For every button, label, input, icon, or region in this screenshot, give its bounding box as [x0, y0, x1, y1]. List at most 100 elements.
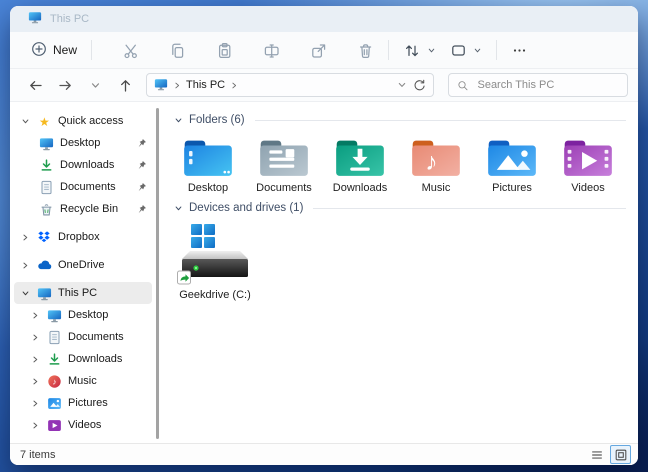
folder-label: Documents	[256, 182, 312, 194]
sidebar-label: Pictures	[68, 397, 108, 409]
command-toolbar: New	[10, 32, 638, 69]
share-button[interactable]	[303, 37, 334, 64]
chevron-down-icon	[90, 80, 101, 91]
items-count: 7 items	[20, 449, 55, 461]
drive-label: Geekdrive (C:)	[179, 289, 251, 301]
title-bar[interactable]: This PC	[10, 6, 638, 32]
cloud-icon	[36, 257, 52, 273]
folder-tile-videos[interactable]: Videos	[550, 135, 626, 194]
folder-label: Desktop	[188, 182, 228, 194]
sidebar-item-recycle-bin[interactable]: Recycle Bin	[14, 198, 152, 220]
sidebar-label: Music	[68, 375, 97, 387]
explorer-body: ★ Quick access Desktop Downloads Documen…	[10, 102, 638, 443]
sidebar-item-this-pc[interactable]: This PC	[14, 282, 152, 304]
rename-icon	[263, 42, 280, 59]
sidebar-item-music[interactable]: ♪ Music	[14, 370, 152, 392]
up-button[interactable]	[116, 76, 134, 94]
rename-button[interactable]	[256, 37, 287, 64]
view-button[interactable]	[443, 37, 489, 64]
folders-grid: Desktop Documents	[170, 135, 626, 194]
recent-locations-button[interactable]	[86, 76, 104, 94]
folder-tile-documents[interactable]: Documents	[246, 135, 322, 194]
monitor-icon	[36, 285, 52, 301]
section-divider	[255, 120, 626, 121]
forward-button[interactable]	[56, 76, 74, 94]
desktop-folder-icon	[182, 135, 234, 181]
see-more-button[interactable]	[504, 37, 535, 64]
address-dropdown-icon[interactable]	[397, 80, 407, 90]
sidebar-item-onedrive[interactable]: OneDrive	[14, 254, 152, 276]
folder-tile-desktop[interactable]: Desktop	[170, 135, 246, 194]
chevron-down-icon[interactable]	[20, 289, 30, 298]
sidebar-scrollbar[interactable]	[156, 108, 159, 439]
sidebar-item-videos[interactable]: Videos	[14, 414, 152, 436]
new-button[interactable]: New	[24, 36, 84, 65]
chevron-down-icon[interactable]	[20, 117, 30, 126]
chevron-right-icon[interactable]	[30, 311, 40, 320]
folder-tile-music[interactable]: ♪ Music	[398, 135, 474, 194]
star-icon: ★	[36, 113, 52, 129]
toolbar-divider	[496, 40, 497, 60]
pin-icon[interactable]	[137, 182, 147, 192]
view-layout-icon	[450, 42, 467, 59]
cut-button[interactable]	[115, 37, 146, 64]
search-input[interactable]	[475, 78, 619, 92]
chevron-right-icon[interactable]	[30, 377, 40, 386]
sidebar-item-documents[interactable]: Documents	[14, 326, 152, 348]
folder-tile-downloads[interactable]: Downloads	[322, 135, 398, 194]
devices-section-header[interactable]: Devices and drives (1)	[174, 202, 626, 214]
chevron-right-icon[interactable]	[30, 421, 40, 430]
pin-icon[interactable]	[137, 138, 147, 148]
chevron-right-icon[interactable]	[230, 81, 238, 90]
pin-icon[interactable]	[137, 160, 147, 170]
sidebar-label: Documents	[60, 181, 116, 193]
breadcrumb-location[interactable]: This PC	[186, 79, 225, 91]
folders-section-header[interactable]: Folders (6)	[174, 114, 626, 126]
section-title: Devices and drives (1)	[189, 202, 303, 214]
videos-folder-icon	[562, 135, 614, 181]
chevron-right-icon[interactable]	[30, 333, 40, 342]
sidebar-item-desktop-qa[interactable]: Desktop	[14, 132, 152, 154]
chevron-right-icon[interactable]	[30, 355, 40, 364]
details-view-button[interactable]	[586, 445, 607, 464]
folder-tile-pictures[interactable]: Pictures	[474, 135, 550, 194]
sidebar-item-quick-access[interactable]: ★ Quick access	[14, 110, 152, 132]
sidebar-item-downloads[interactable]: Downloads	[14, 348, 152, 370]
large-icons-view-icon	[614, 448, 628, 462]
sort-button[interactable]	[396, 37, 443, 64]
sidebar-item-pictures[interactable]: Pictures	[14, 392, 152, 414]
chevron-down-icon[interactable]	[174, 116, 183, 125]
sidebar-label: Quick access	[58, 115, 123, 127]
chevron-right-icon[interactable]	[20, 233, 30, 242]
sidebar-item-desktop[interactable]: Desktop	[14, 304, 152, 326]
sidebar-item-downloads-qa[interactable]: Downloads	[14, 154, 152, 176]
refresh-icon[interactable]	[412, 78, 426, 92]
back-button[interactable]	[26, 76, 44, 94]
drive-tile-c[interactable]: Geekdrive (C:)	[172, 223, 258, 301]
document-icon	[38, 179, 54, 195]
videos-icon	[46, 417, 62, 433]
paste-button[interactable]	[209, 37, 240, 64]
copy-button[interactable]	[162, 37, 193, 64]
sidebar-label: This PC	[58, 287, 97, 299]
chevron-down-icon[interactable]	[174, 204, 183, 213]
folder-label: Pictures	[492, 182, 532, 194]
chevron-right-icon[interactable]	[20, 261, 30, 270]
delete-button[interactable]	[350, 37, 381, 64]
share-icon	[310, 42, 327, 59]
pictures-icon	[46, 395, 62, 411]
search-box[interactable]	[448, 73, 628, 97]
pin-icon[interactable]	[137, 204, 147, 214]
scissors-icon	[122, 42, 139, 59]
svg-text:♪: ♪	[425, 148, 437, 176]
desktop-icon	[38, 135, 54, 151]
address-bar[interactable]: This PC	[146, 73, 434, 97]
sidebar-item-documents-qa[interactable]: Documents	[14, 176, 152, 198]
sidebar-item-dropbox[interactable]: Dropbox	[14, 226, 152, 248]
search-icon	[457, 79, 468, 92]
plus-circle-icon	[31, 41, 47, 60]
thumbnail-view-button[interactable]	[610, 445, 631, 464]
desktop-icon	[46, 307, 62, 323]
chevron-right-icon[interactable]	[30, 399, 40, 408]
chevron-down-icon	[473, 46, 482, 55]
